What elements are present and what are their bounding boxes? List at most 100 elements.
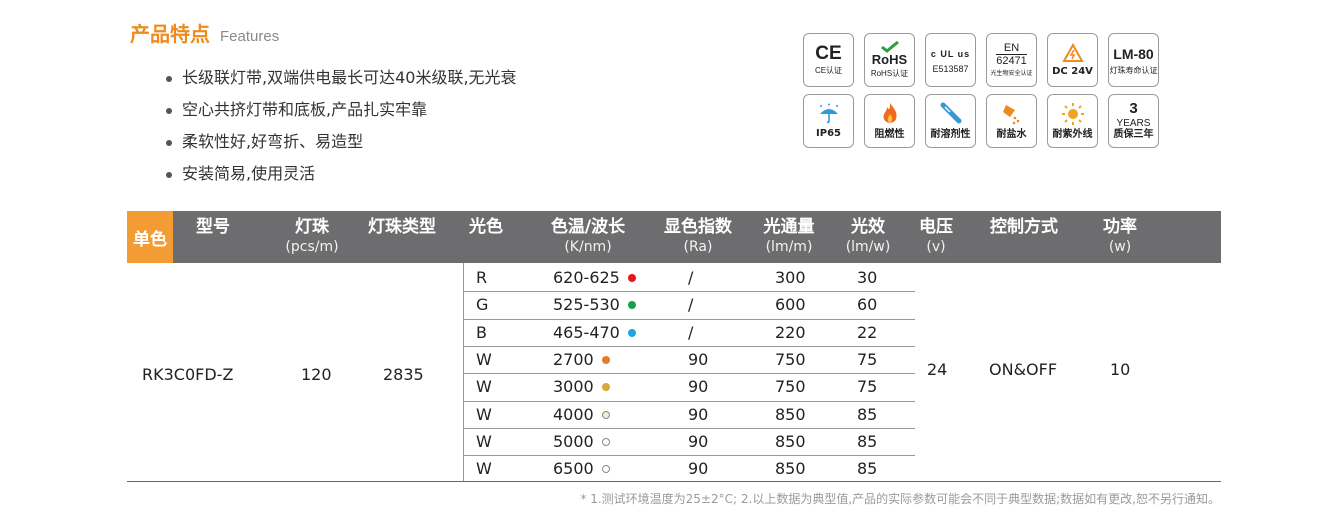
features-title-en: Features: [220, 28, 280, 45]
cell-flux: 850: [775, 432, 806, 451]
cell-cct-value: 4000: [553, 405, 594, 424]
features-heading: 产品特点 Features: [130, 18, 279, 47]
cell-cct-value: 6500: [553, 459, 594, 478]
header-voltage: 电压 (v): [919, 217, 953, 255]
cell-cct-value: 5000: [553, 432, 594, 451]
salt-water-badge: 耐盐水: [986, 94, 1037, 148]
cell-flux: 750: [775, 350, 806, 369]
rohs-badge: RoHS RoHS认证: [864, 33, 915, 87]
cell-cct: 525-530: [553, 295, 636, 315]
cell-color: W: [476, 377, 492, 396]
ul-mark: c UL us: [930, 49, 971, 59]
dc-caption: DC 24V: [1052, 65, 1093, 77]
en-caption: 光生物安全认证: [990, 70, 1033, 77]
cell-cri: 90: [688, 350, 709, 369]
cell-cri: /: [688, 323, 694, 342]
lm80-badge: LM-80 灯珠寿命认证: [1108, 33, 1159, 87]
cell-cct-value: 3000: [553, 377, 594, 396]
color-swatch-dot: [627, 329, 636, 337]
features-list: 长级联灯带,双端供电最长可达40米级联,无光衰 空心共挤灯带和底板,产品扎实牢靠…: [166, 62, 517, 190]
solvent-caption: 耐溶剂性: [930, 128, 971, 140]
cell-color: W: [476, 405, 492, 424]
row-divider: [463, 319, 915, 320]
test-tube-icon: [940, 102, 961, 123]
flame-icon: [883, 102, 897, 123]
salt-caption: 耐盐水: [996, 128, 1027, 140]
en-number: 62471: [996, 53, 1027, 67]
cell-leds: 120: [301, 365, 332, 384]
header-leds: 灯珠 (pcs/m): [285, 217, 339, 255]
warranty-unit: YEARS: [1116, 117, 1151, 129]
feature-item: 柔软性好,好弯折、易造型: [166, 126, 517, 158]
cell-flux: 750: [775, 377, 806, 396]
header-model: 型号: [196, 217, 230, 237]
cell-color: G: [476, 295, 489, 314]
cell-cri: 90: [688, 459, 709, 478]
uv-caption: 耐紫外线: [1052, 128, 1093, 140]
cell-cri: /: [688, 268, 694, 287]
flame-retardant-badge: 阻燃性: [864, 94, 915, 148]
dc24v-badge: DC 24V: [1047, 33, 1098, 87]
cell-color: W: [476, 459, 492, 478]
warranty-badge: 3 YEARS 质保三年: [1108, 94, 1159, 148]
color-swatch-dot: [601, 383, 610, 391]
sun-icon: [1061, 102, 1084, 125]
header-led-type: 灯珠类型: [368, 217, 436, 237]
cell-voltage: 24: [927, 360, 948, 379]
cell-efficacy: 22: [857, 323, 878, 342]
row-divider: [463, 455, 915, 456]
rohs-mark: RoHS: [871, 52, 908, 67]
mono-color-tag: 单色: [127, 211, 173, 263]
warranty-number: 3: [1129, 99, 1138, 117]
header-efficacy: 光效 (lm/w): [845, 217, 891, 255]
header-control: 控制方式: [990, 217, 1058, 237]
header-cct: 色温/波长 (K/nm): [550, 217, 626, 255]
solvent-resistance-badge: 耐溶剂性: [925, 94, 976, 148]
feature-item: 空心共挤灯带和底板,产品扎实牢靠: [166, 94, 517, 126]
cell-power: 10: [1110, 360, 1131, 379]
row-divider: [463, 373, 915, 374]
color-swatch-dot: [601, 465, 610, 473]
cell-cct-value: 2700: [553, 350, 594, 369]
feature-item: 安装简易,使用灵活: [166, 158, 517, 190]
header-color: 光色: [469, 217, 503, 237]
cell-cct: 620-625: [553, 268, 636, 288]
cell-efficacy: 75: [857, 377, 878, 396]
cell-color: W: [476, 350, 492, 369]
cell-model: RK3C0FD-Z: [142, 365, 234, 384]
cell-efficacy: 85: [857, 405, 878, 424]
row-divider: [463, 291, 915, 292]
cell-flux: 600: [775, 295, 806, 314]
color-swatch-dot: [601, 438, 610, 446]
rohs-caption: RoHS认证: [870, 69, 909, 78]
cell-cri: /: [688, 295, 694, 314]
color-swatch-dot: [601, 411, 610, 419]
cell-flux: 850: [775, 459, 806, 478]
cell-cri: 90: [688, 377, 709, 396]
ip-caption: IP65: [816, 127, 841, 139]
cell-cri: 90: [688, 405, 709, 424]
en-mark: EN: [1003, 41, 1020, 54]
cell-cri: 90: [688, 432, 709, 451]
color-swatch-dot: [601, 356, 610, 364]
cell-color: W: [476, 432, 492, 451]
cell-cct: 5000: [553, 432, 610, 452]
cell-color: R: [476, 268, 488, 287]
cell-cct: 465-470: [553, 323, 636, 343]
color-swatch-dot: [627, 301, 636, 309]
cell-control: ON&OFF: [989, 360, 1058, 379]
cell-efficacy: 60: [857, 295, 878, 314]
lm-caption: 灯珠寿命认证: [1109, 66, 1158, 75]
cell-cct-value: 620-625: [553, 268, 620, 287]
features-title-cn: 产品特点: [130, 22, 210, 46]
ce-mark: CE: [815, 43, 842, 64]
cell-cct-value: 525-530: [553, 295, 620, 314]
header-cri: 显色指数 (Ra): [664, 217, 732, 255]
cell-cct: 3000: [553, 377, 610, 397]
fire-caption: 阻燃性: [874, 128, 905, 140]
warranty-caption: 质保三年: [1113, 128, 1154, 140]
cell-cct: 2700: [553, 350, 610, 370]
ce-caption: CE认证: [814, 66, 843, 75]
table-bottom-border: [127, 481, 1221, 482]
ip65-badge: IP65: [803, 94, 854, 148]
